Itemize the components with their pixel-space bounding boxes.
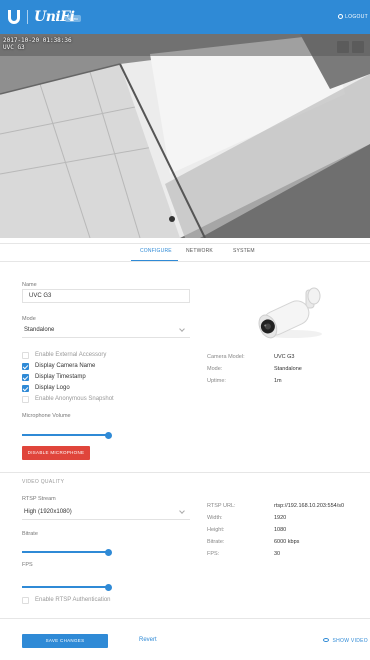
- checkbox-label: Display Timestamp: [35, 374, 86, 380]
- checkbox-label: Enable RTSP Authentication: [35, 597, 111, 603]
- tab-system[interactable]: SYSTEM: [233, 248, 255, 254]
- slider-fill: [22, 551, 108, 553]
- chevron-down-icon: [179, 326, 185, 332]
- info-key: FPS:: [207, 551, 220, 557]
- power-icon: [338, 14, 344, 19]
- checkbox-box: [22, 396, 29, 403]
- checkbox-label: Display Camera Name: [35, 363, 96, 369]
- settings-tabs: CONFIGURE NETWORK SYSTEM: [0, 244, 370, 262]
- mode-select[interactable]: Standalone: [22, 324, 190, 338]
- revert-link[interactable]: Revert: [139, 637, 157, 643]
- tabs-bottom-divider: [0, 261, 370, 262]
- section-divider: [0, 472, 370, 473]
- checkbox-box: [22, 385, 29, 392]
- microphone-volume-slider[interactable]: [22, 431, 112, 439]
- video-quality-title: VIDEO QUALITY: [22, 479, 65, 485]
- checkbox-label: Display Logo: [35, 385, 70, 391]
- checkbox-box: [22, 363, 29, 370]
- slider-knob[interactable]: [104, 583, 112, 591]
- mode-value: Standalone: [24, 327, 55, 333]
- checkbox-label: Enable External Accessory: [35, 352, 107, 358]
- info-value: 1m: [274, 378, 282, 384]
- microphone-volume-label: Microphone Volume: [22, 413, 71, 419]
- slider-knob[interactable]: [104, 431, 112, 439]
- info-key: Bitrate:: [207, 539, 225, 545]
- checkbox-box: [22, 597, 29, 604]
- info-value: 30: [274, 551, 281, 557]
- logout-button[interactable]: LOGOUT: [338, 14, 368, 20]
- camera-frame-image: [0, 34, 370, 238]
- checkbox-box: [22, 352, 29, 359]
- bitrate-label: Bitrate: [22, 531, 38, 537]
- slider-fill: [22, 586, 108, 588]
- checkbox-box: [22, 374, 29, 381]
- info-value: UVC G3: [274, 354, 295, 360]
- info-value: 6000 kbps: [274, 539, 300, 545]
- snapshot-button[interactable]: [337, 41, 349, 53]
- info-key: Width:: [207, 515, 223, 521]
- fps-slider[interactable]: [22, 583, 112, 591]
- camera-name-field[interactable]: UVC G3: [22, 289, 190, 303]
- mode-label: Mode: [22, 316, 36, 322]
- eye-icon: [323, 638, 330, 642]
- preview-timestamp: 2017-10-20 01:38:36: [3, 37, 72, 44]
- info-key: Height:: [207, 527, 225, 533]
- info-key: Uptime:: [207, 378, 226, 384]
- slider-fill: [22, 434, 108, 436]
- info-key: Mode:: [207, 366, 223, 372]
- name-label: Name: [22, 282, 37, 288]
- info-value: Standalone: [274, 366, 302, 372]
- info-key: RTSP URL:: [207, 503, 236, 509]
- checkbox-label: Enable Anonymous Snapshot: [35, 396, 114, 402]
- info-value: 1920: [274, 515, 287, 521]
- info-value: rtsp://192.168.10.203:554/s0: [274, 503, 345, 509]
- rtsp-stream-select[interactable]: High (1920x1080): [22, 506, 190, 520]
- logo-separator: [27, 10, 28, 24]
- tab-configure[interactable]: CONFIGURE: [140, 248, 172, 254]
- tab-network[interactable]: NETWORK: [186, 248, 213, 254]
- info-value: 1080: [274, 527, 287, 533]
- footer-divider: [0, 618, 370, 619]
- chevron-down-icon: [179, 508, 185, 514]
- rtsp-stream-value: High (1920x1080): [24, 509, 72, 515]
- top-bar: UniFi video LOGOUT: [0, 0, 370, 34]
- preview-camera-name: UVC G3: [3, 44, 25, 51]
- bitrate-slider[interactable]: [22, 548, 112, 556]
- ubiquiti-logo-icon: [8, 10, 20, 24]
- disable-microphone-button[interactable]: DISABLE MICROPHONE: [22, 446, 90, 460]
- rtsp-stream-label: RTSP Stream: [22, 496, 56, 502]
- save-changes-button[interactable]: SAVE CHANGES: [22, 634, 108, 648]
- info-key: Camera Model:: [207, 354, 245, 360]
- camera-product-image: [258, 287, 322, 339]
- camera-preview[interactable]: 2017-10-20 01:38:36 UVC G3: [0, 34, 370, 238]
- fps-label: FPS: [22, 562, 33, 568]
- logout-label: LOGOUT: [345, 14, 368, 20]
- video-badge: video: [65, 15, 81, 22]
- slider-knob[interactable]: [104, 548, 112, 556]
- show-video-button[interactable]: SHOW VIDEO: [323, 638, 368, 644]
- show-video-label: SHOW VIDEO: [332, 638, 368, 644]
- fullscreen-button[interactable]: [352, 41, 364, 53]
